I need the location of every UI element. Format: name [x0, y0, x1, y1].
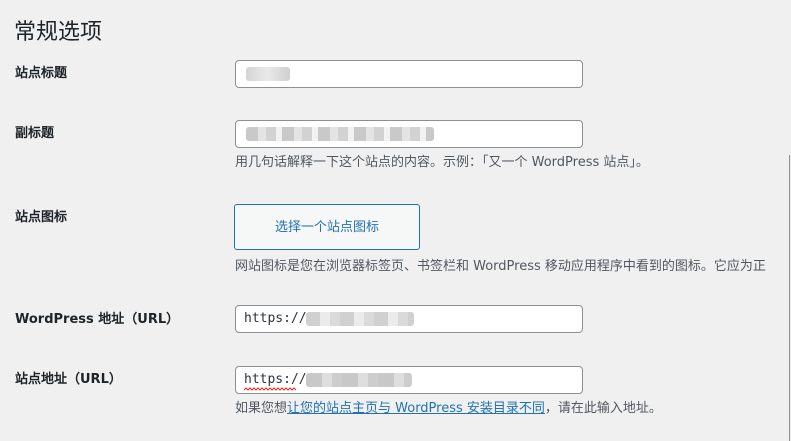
choose-site-icon-button[interactable]: 选择一个站点图标: [234, 204, 420, 250]
different-homepage-link[interactable]: 让您的站点主页与 WordPress 安装目录不同: [287, 401, 545, 416]
site-address-input[interactable]: https://: [235, 366, 583, 394]
redacted-mark: [246, 67, 290, 81]
site-title-input[interactable]: [235, 60, 583, 88]
site-icon-label: 站点图标: [15, 210, 68, 225]
site-address-value: https://: [244, 372, 307, 387]
redacted-mark: [306, 373, 412, 387]
site-address-description-prefix: 如果您想: [235, 401, 288, 416]
wordpress-address-label: WordPress 地址（URL）: [15, 312, 180, 327]
site-title-label: 站点标题: [15, 66, 68, 81]
tagline-input[interactable]: [235, 120, 583, 148]
redacted-mark: [246, 127, 434, 141]
site-address-description: 如果您想让您的站点主页与 WordPress 安装目录不同，请在此输入地址。: [235, 400, 662, 418]
tagline-description: 用几句话解释一下这个站点的内容。示例：「又一个 WordPress 站点」。: [235, 155, 649, 170]
panel-edge-divider: [789, 155, 790, 441]
site-icon-description: 网站图标是您在浏览器标签页、书签栏和 WordPress 移动应用程序中看到的图…: [235, 259, 766, 274]
wordpress-address-value: https://: [244, 311, 307, 326]
tagline-label: 副标题: [15, 126, 55, 141]
redacted-mark: [306, 312, 414, 326]
site-address-description-suffix: ，请在此输入地址。: [544, 401, 662, 416]
page-title: 常规选项: [14, 19, 103, 45]
wordpress-address-input[interactable]: https://: [235, 305, 583, 333]
spellcheck-underline: [244, 387, 296, 391]
site-address-label: 站点地址（URL）: [15, 372, 122, 387]
